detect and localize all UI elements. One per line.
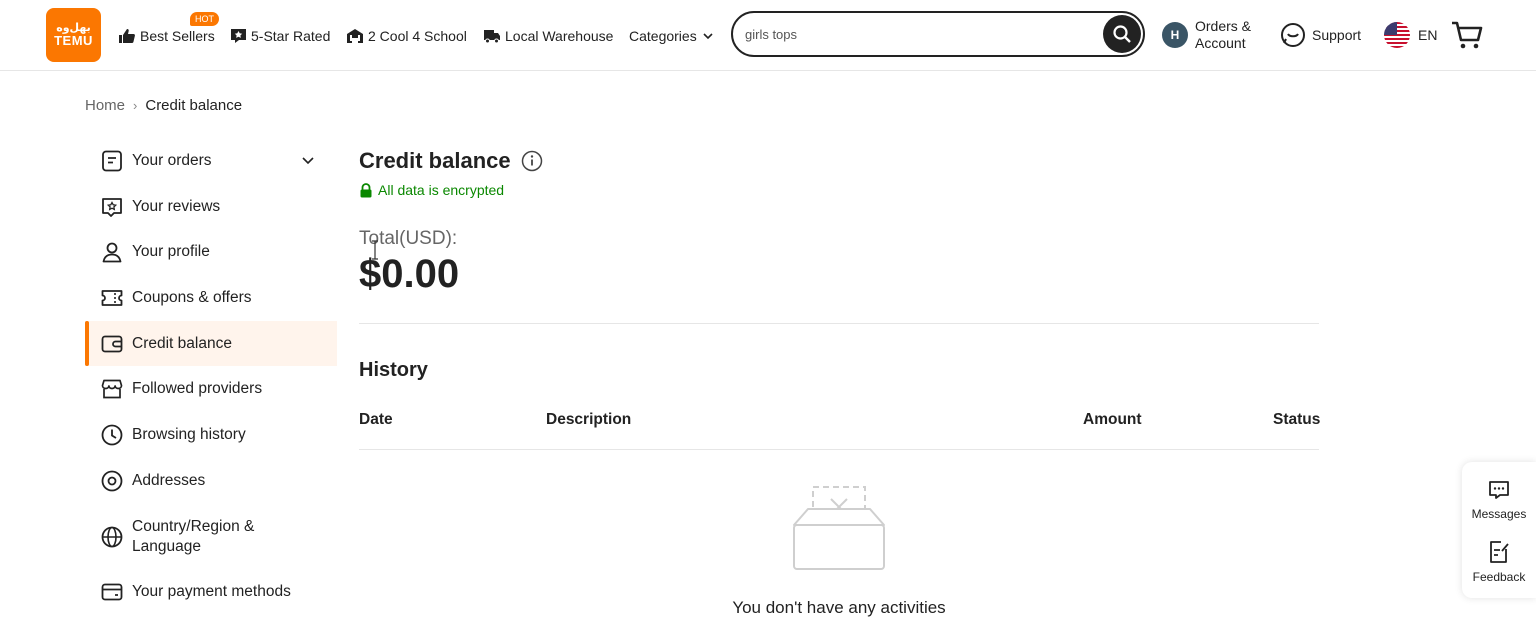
text-cursor-icon bbox=[372, 240, 378, 260]
avatar: H bbox=[1162, 22, 1188, 48]
sidebar-item-your-orders[interactable]: Your orders bbox=[85, 138, 337, 184]
cart-button[interactable] bbox=[1451, 20, 1483, 55]
messages-button[interactable]: Messages bbox=[1462, 479, 1536, 521]
search-icon bbox=[1113, 25, 1131, 43]
history-table-header: Date Description Amount Status bbox=[359, 411, 1321, 431]
language-label: EN bbox=[1418, 27, 1438, 43]
hot-badge: HOT bbox=[190, 12, 219, 26]
messages-label: Messages bbox=[1471, 507, 1527, 521]
chevron-down-icon bbox=[703, 33, 713, 40]
orders-account-label: Orders & Account bbox=[1195, 18, 1251, 52]
search-input[interactable] bbox=[745, 23, 1095, 45]
nav-label: 5-Star Rated bbox=[251, 28, 331, 44]
sidebar-item-followed-providers[interactable]: Followed providers bbox=[85, 366, 337, 412]
info-icon[interactable] bbox=[521, 150, 543, 172]
sidebar-item-payment-methods[interactable]: Your payment methods bbox=[85, 570, 337, 616]
breadcrumb-current: Credit balance bbox=[145, 97, 243, 114]
column-header-amount: Amount bbox=[1083, 411, 1142, 428]
lock-icon bbox=[360, 182, 372, 197]
card-icon bbox=[101, 583, 123, 601]
nav-label: Best Sellers bbox=[140, 28, 215, 44]
column-header-date: Date bbox=[359, 411, 393, 428]
logo-text: TEMU bbox=[54, 33, 93, 48]
encryption-notice: All data is encrypted bbox=[359, 182, 1319, 198]
support-chat-icon bbox=[1281, 23, 1305, 47]
breadcrumb-separator: › bbox=[133, 98, 138, 113]
nav-categories[interactable]: Categories bbox=[629, 26, 718, 46]
language-selector[interactable]: EN bbox=[1384, 22, 1437, 48]
nav-label: 2 Cool 4 School bbox=[368, 28, 467, 44]
breadcrumb-home[interactable]: Home bbox=[85, 97, 125, 114]
sidebar-item-addresses[interactable]: Addresses bbox=[85, 458, 337, 504]
sidebar-item-label: Browsing history bbox=[132, 425, 246, 443]
star-rated-icon bbox=[231, 29, 246, 43]
sidebar-item-your-reviews[interactable]: Your reviews bbox=[85, 184, 337, 230]
table-divider bbox=[359, 449, 1319, 450]
school-icon bbox=[347, 29, 363, 43]
nav-best-sellers[interactable]: Best Sellers bbox=[118, 26, 215, 46]
support-label: Support bbox=[1312, 27, 1362, 43]
sidebar-item-label: Your profile bbox=[132, 243, 210, 261]
nav-2-cool-4-school[interactable]: 2 Cool 4 School bbox=[346, 26, 467, 46]
account-line: Account bbox=[1195, 35, 1246, 51]
floating-help-panel: Messages Feedback bbox=[1462, 462, 1536, 598]
top-header: ﺑﻬﻞﻭﻩ TEMU Best Sellers HOT 5-Star Rated… bbox=[0, 0, 1536, 71]
sidebar-item-label: Credit balance bbox=[132, 334, 232, 352]
nav-5-star-rated[interactable]: 5-Star Rated bbox=[230, 26, 330, 46]
orders-icon bbox=[102, 150, 122, 172]
message-icon bbox=[1489, 481, 1509, 499]
feedback-icon bbox=[1490, 541, 1509, 563]
nav-label: Local Warehouse bbox=[505, 28, 614, 44]
cart-icon bbox=[1452, 21, 1483, 49]
temu-logo[interactable]: ﺑﻬﻞﻭﻩ TEMU bbox=[46, 8, 101, 62]
sidebar-item-country-region-language[interactable]: Country/Region & Language bbox=[85, 504, 337, 570]
empty-box-icon bbox=[793, 486, 885, 570]
sidebar-item-label: Coupons & offers bbox=[132, 288, 252, 306]
search-button[interactable] bbox=[1103, 15, 1141, 53]
orders-account-link[interactable]: H Orders & Account bbox=[1162, 18, 1251, 52]
support-link[interactable]: Support bbox=[1280, 22, 1361, 48]
empty-state-text: You don't have any activities bbox=[732, 598, 946, 617]
sidebar-item-browsing-history[interactable]: Browsing history bbox=[85, 412, 337, 458]
sidebar-item-label: Followed providers bbox=[132, 380, 263, 398]
history-title: History bbox=[359, 359, 428, 381]
globe-icon bbox=[101, 526, 123, 547]
search-bar bbox=[731, 11, 1145, 57]
encryption-text: All data is encrypted bbox=[378, 182, 505, 198]
sidebar-item-your-profile[interactable]: Your profile bbox=[85, 229, 337, 275]
breadcrumb: Home › Credit balance bbox=[85, 97, 242, 114]
sidebar-item-coupons[interactable]: Coupons & offers bbox=[85, 275, 337, 321]
chevron-down-icon[interactable] bbox=[301, 153, 315, 167]
sidebar-item-label: Your reviews bbox=[132, 197, 221, 215]
sidebar-item-credit-balance[interactable]: Credit balance bbox=[85, 320, 337, 367]
clock-icon bbox=[101, 424, 123, 446]
account-sidebar: Your orders Your reviews Your profile Co… bbox=[85, 138, 337, 615]
sidebar-item-label: Your payment methods bbox=[132, 583, 291, 601]
section-divider bbox=[359, 323, 1319, 324]
truck-icon bbox=[484, 30, 500, 44]
location-icon bbox=[101, 470, 123, 492]
sidebar-item-label: Your orders bbox=[132, 151, 212, 169]
feedback-button[interactable]: Feedback bbox=[1462, 540, 1536, 584]
coupon-icon bbox=[101, 290, 123, 306]
title-row: Credit balance bbox=[359, 148, 1319, 174]
nav-local-warehouse[interactable]: Local Warehouse bbox=[483, 26, 613, 46]
thumbs-up-icon bbox=[119, 29, 135, 43]
reviews-icon bbox=[102, 197, 122, 217]
column-header-description: Description bbox=[546, 411, 632, 428]
credit-balance-panel: Credit balance All data is encrypted Tot… bbox=[359, 148, 1320, 617]
nav-label: Categories bbox=[629, 28, 697, 44]
page-title: Credit balance bbox=[359, 148, 511, 173]
wallet-icon bbox=[101, 335, 123, 352]
sidebar-item-label: Addresses bbox=[132, 471, 206, 489]
orders-line: Orders & bbox=[1195, 18, 1252, 34]
store-icon bbox=[101, 379, 123, 399]
us-flag-icon bbox=[1384, 22, 1410, 48]
sidebar-item-label: Country/Region & Language bbox=[132, 517, 255, 555]
profile-icon bbox=[102, 242, 122, 263]
feedback-label: Feedback bbox=[1472, 570, 1526, 584]
column-header-status: Status bbox=[1273, 411, 1321, 428]
